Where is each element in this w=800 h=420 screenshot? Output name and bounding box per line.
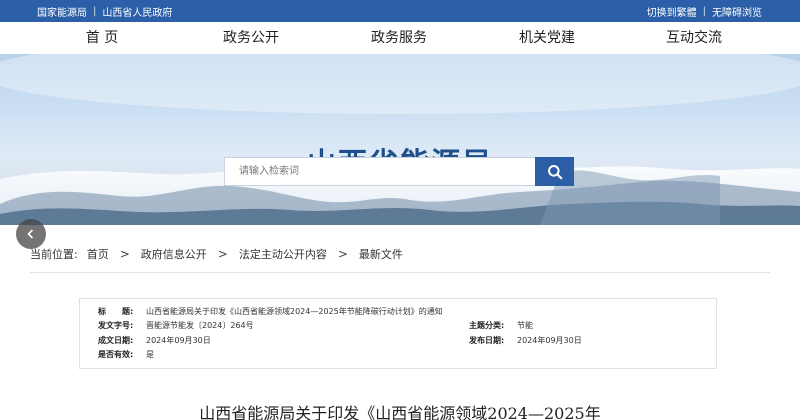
info-title-label: 标 题: (98, 307, 134, 316)
switch-traditional-chinese-link[interactable]: 切换到繁體 (647, 4, 697, 19)
site-search (224, 157, 574, 186)
info-published-label: 发布日期: (469, 336, 505, 345)
breadcrumb-separator: > (217, 247, 228, 261)
top-bar-left: 国家能源局 | 山西省人民政府 (37, 0, 172, 22)
info-published-value: 2024年09月30日 (517, 336, 582, 345)
search-input[interactable] (224, 157, 535, 186)
accessibility-link[interactable]: 无障碍浏览 (712, 4, 762, 19)
search-button[interactable] (535, 157, 574, 186)
search-icon (547, 164, 562, 179)
info-title-value: 山西省能源局关于印发《山西省能源领域2024—2025年节能降碳行动计划》的通知 (146, 307, 443, 316)
breadcrumb-latest-documents[interactable]: 最新文件 (359, 246, 403, 262)
info-row-validity: 是否有效: 是 (80, 348, 716, 362)
top-utility-bar: 国家能源局 | 山西省人民政府 切换到繁體 | 无障碍浏览 (0, 0, 800, 22)
breadcrumb-home[interactable]: 首页 (87, 246, 109, 262)
info-category-value: 节能 (517, 321, 533, 330)
info-row-dates: 成文日期: 2024年09月30日 发布日期: 2024年09月30日 (80, 334, 716, 348)
document-info-panel: 标 题: 山西省能源局关于印发《山西省能源领域2024—2025年节能降碳行动计… (79, 298, 717, 369)
article-title: 山西省能源局关于印发《山西省能源领域2024—2025年 (199, 404, 601, 420)
info-validity-label: 是否有效: (98, 350, 134, 359)
nav-item-government-affairs-disclosure[interactable]: 政务公开 (201, 22, 301, 54)
link-national-energy-administration[interactable]: 国家能源局 (37, 4, 87, 19)
breadcrumb-government-info-disclosure[interactable]: 政府信息公开 (141, 246, 207, 262)
info-row-title: 标 题: 山西省能源局关于印发《山西省能源领域2024—2025年节能降碳行动计… (80, 305, 716, 319)
chevron-left-icon (27, 229, 34, 239)
nav-item-interaction[interactable]: 互动交流 (644, 22, 744, 54)
breadcrumb-statutory-disclosure[interactable]: 法定主动公开内容 (239, 246, 327, 262)
top-bar-separator: | (702, 5, 706, 17)
nav-item-home[interactable]: 首 页 (52, 22, 152, 54)
breadcrumb-label: 当前位置: (30, 248, 78, 261)
link-shanxi-provincial-government[interactable]: 山西省人民政府 (102, 4, 172, 19)
main-navigation: 首 页 政务公开 政务服务 机关党建 互动交流 (0, 22, 800, 54)
info-category-label: 主题分类: (469, 321, 505, 330)
info-validity-value: 是 (146, 350, 154, 359)
info-created-value: 2024年09月30日 (146, 336, 211, 345)
breadcrumb: 当前位置: 首页 > 政府信息公开 > 法定主动公开内容 > 最新文件 (30, 245, 403, 263)
breadcrumb-divider (30, 272, 770, 273)
info-row-docno: 发文字号: 晋能源节能发〔2024〕264号 主题分类: 节能 (80, 319, 716, 333)
breadcrumb-separator: > (337, 247, 348, 261)
header-banner: 山西省能源局 SHANXI PROVINCIAL ENERGY ADMINIST… (0, 54, 800, 225)
info-docno-label: 发文字号: (98, 321, 134, 330)
top-bar-separator: | (93, 5, 97, 17)
breadcrumb-separator: > (119, 247, 130, 261)
nav-item-government-services[interactable]: 政务服务 (349, 22, 449, 54)
top-bar-right: 切换到繁體 | 无障碍浏览 (647, 0, 762, 22)
info-created-label: 成文日期: (98, 336, 134, 345)
info-docno-value: 晋能源节能发〔2024〕264号 (146, 321, 254, 330)
nav-item-party-building[interactable]: 机关党建 (497, 22, 597, 54)
